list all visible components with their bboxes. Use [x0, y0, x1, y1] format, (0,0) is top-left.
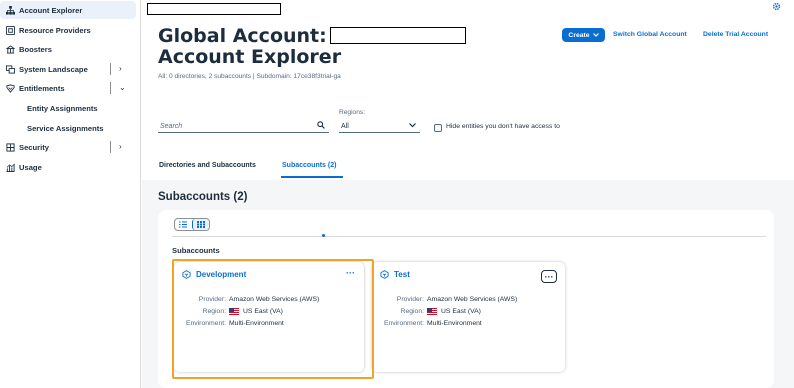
create-button[interactable]: Create: [562, 28, 605, 42]
chevron-down-icon: [409, 121, 416, 130]
divider: [110, 82, 111, 94]
search-placeholder: Search: [160, 122, 183, 130]
sidebar-item-account-explorer[interactable]: Account Explorer: [0, 1, 136, 19]
region-value-wrap: US East (VA): [427, 308, 481, 315]
page-title: Global Account: Account Explorer: [158, 26, 466, 68]
resource-providers-icon: [5, 25, 15, 35]
divider: [172, 236, 766, 237]
sidebar-item-label: Boosters: [19, 44, 52, 54]
divider: [110, 141, 111, 153]
sidebar-item-service-assignments[interactable]: Service Assignments: [0, 119, 140, 137]
subaccount-icon: [380, 270, 389, 281]
sidebar-item-system-landscape[interactable]: System Landscape ›: [0, 60, 140, 78]
region-row: Region: US East (VA): [372, 308, 562, 315]
sidebar-item-entity-assignments[interactable]: Entity Assignments: [0, 99, 140, 117]
environment-value: Multi-Environment: [427, 320, 482, 327]
chevron-right-icon[interactable]: ›: [119, 142, 122, 151]
environment-key: Environment:: [383, 320, 424, 327]
subaccount-card-test[interactable]: Test ··· Provider: Amazon Web Services (…: [372, 262, 565, 372]
regions-value: All: [341, 122, 349, 130]
search-icon[interactable]: [317, 121, 325, 131]
focus-dot: [322, 234, 325, 237]
list-view-icon[interactable]: [175, 219, 192, 230]
page-title-line2: Account Explorer: [158, 46, 342, 68]
provider-key: Provider:: [396, 296, 424, 303]
tab-subaccounts[interactable]: Subaccounts (2): [282, 162, 336, 169]
environment-row: Environment: Multi-Environment: [372, 320, 562, 327]
sidebar-item-label: Entitlements: [19, 83, 65, 93]
highlight-box: [172, 259, 374, 379]
page-subtitle: All: 0 directories, 2 subaccounts | Subd…: [158, 73, 341, 80]
more-options-icon[interactable]: ···: [541, 270, 557, 283]
provider-row: Provider: Amazon Web Services (AWS): [372, 296, 562, 303]
delete-trial-account-button[interactable]: Delete Trial Account: [703, 31, 768, 38]
tab-directories-and-subaccounts[interactable]: Directories and Subaccounts: [159, 162, 256, 169]
sidebar-item-entitlements[interactable]: Entitlements ⌄: [0, 79, 140, 97]
divider: [110, 63, 111, 75]
chevron-down-icon: [592, 32, 599, 39]
sidebar-item-label: Security: [19, 142, 49, 152]
hide-entities-checkbox[interactable]: [434, 124, 442, 132]
system-landscape-icon: [5, 64, 15, 74]
sidebar-item-label: Resource Providers: [19, 25, 91, 35]
breadcrumb[interactable]: [147, 3, 281, 15]
page-header: Global Account: Account Explorer All: 0 …: [142, 0, 794, 178]
provider-value: Amazon Web Services (AWS): [427, 296, 518, 303]
chevron-right-icon[interactable]: ›: [119, 64, 122, 73]
hide-entities-label: Hide entities you don't have access to: [446, 123, 560, 130]
hierarchy-icon: [5, 5, 15, 15]
sidebar-item-label: Account Explorer: [19, 5, 83, 15]
section-title: Subaccounts (2): [158, 191, 248, 203]
view-toggle[interactable]: [174, 218, 210, 231]
region-value: US East (VA): [441, 308, 481, 315]
chevron-down-icon[interactable]: ⌄: [119, 83, 126, 92]
sidebar-item-usage[interactable]: Usage: [0, 158, 140, 176]
page-title-line1: Global Account:: [158, 25, 327, 47]
sidebar-item-label: Usage: [19, 162, 42, 172]
sidebar-item-label: Service Assignments: [27, 123, 104, 133]
us-flag-icon: [427, 308, 437, 315]
tile-view-icon[interactable]: [191, 219, 209, 230]
redacted-account-name: [329, 27, 466, 44]
security-icon: [5, 142, 15, 152]
sidebar-item-label: Entity Assignments: [27, 103, 98, 113]
boosters-icon: [5, 44, 15, 54]
region-key: Region:: [400, 308, 424, 315]
switch-global-account-button[interactable]: Switch Global Account: [613, 31, 687, 38]
sidebar: Account Explorer Resource Providers Boos…: [0, 0, 141, 388]
active-tab-indicator: [281, 176, 343, 178]
subaccounts-label: Subaccounts: [172, 246, 220, 255]
search-input[interactable]: Search: [158, 120, 329, 133]
sidebar-item-resource-providers[interactable]: Resource Providers: [0, 21, 140, 39]
create-button-label: Create: [568, 31, 590, 39]
usage-icon: [5, 162, 15, 172]
sidebar-item-label: System Landscape: [19, 64, 88, 74]
sidebar-item-boosters[interactable]: Boosters: [0, 40, 140, 58]
entitlements-icon: [5, 83, 15, 93]
subaccount-name[interactable]: Test: [394, 270, 410, 279]
regions-select[interactable]: All: [339, 120, 420, 133]
sidebar-item-security[interactable]: Security ›: [0, 138, 140, 156]
regions-label: Regions:: [339, 109, 366, 116]
gear-icon[interactable]: [772, 2, 781, 14]
